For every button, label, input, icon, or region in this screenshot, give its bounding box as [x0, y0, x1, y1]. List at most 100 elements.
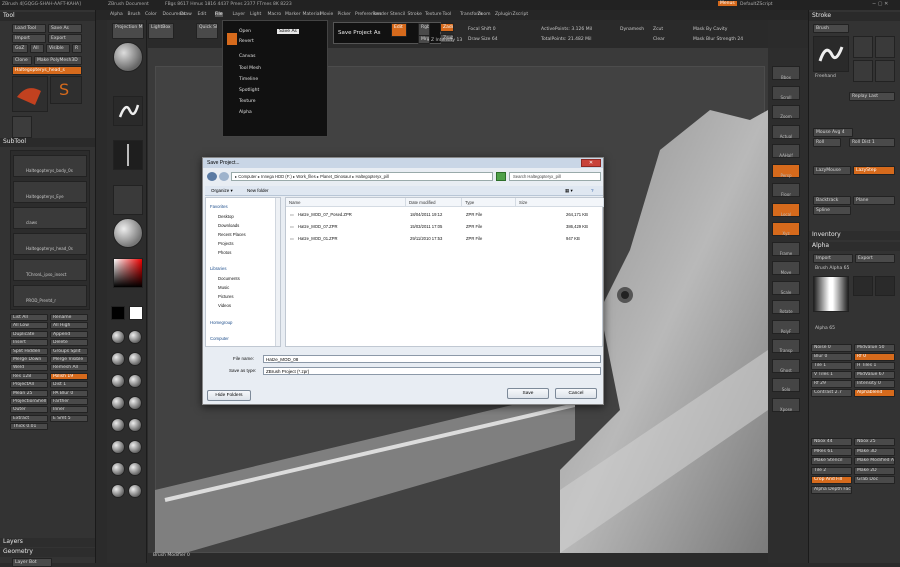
current-tool-label[interactable]: Haltegopterys_head_s	[12, 66, 82, 75]
menu-file[interactable]: File	[215, 12, 223, 17]
menu-stroke[interactable]: Stroke	[408, 12, 422, 17]
shelf-zoom[interactable]: Zoom	[772, 105, 800, 119]
lazystep-button[interactable]: LazyStep	[853, 166, 895, 175]
goz-button[interactable]: GoZ	[12, 44, 28, 53]
shelf-xyz[interactable]: Xyz	[772, 222, 800, 236]
inventory-header[interactable]: Inventory	[809, 231, 900, 240]
alpha-setting[interactable]: H Tiles 1	[854, 362, 895, 370]
brush-thumbnail[interactable]	[113, 42, 143, 72]
menu-alpha[interactable]: Alpha	[110, 12, 123, 17]
alpha-more-item[interactable]: Grab Doc	[854, 476, 895, 484]
action-rename[interactable]: Rename	[50, 314, 88, 321]
alpha-setting[interactable]: Tile 1	[811, 362, 852, 370]
back-arrow-icon[interactable]	[207, 172, 217, 181]
action-farther[interactable]: Farther	[50, 398, 88, 405]
backtrack-button[interactable]: Backtrack	[813, 196, 851, 205]
nav-videos[interactable]: Videos	[218, 303, 231, 308]
nav-photos[interactable]: Photos	[218, 250, 231, 255]
action-split-hidden[interactable]: Split Hidden	[10, 347, 48, 355]
action-polish-19[interactable]: Polish 19	[50, 372, 88, 380]
shelf-polyf[interactable]: PolyF	[772, 319, 800, 334]
subtool-item[interactable]: PROD_Prentd_r	[13, 285, 87, 307]
zadd-button[interactable]: Zadd	[440, 23, 454, 32]
alpha-setting[interactable]: Rf 0	[854, 353, 895, 361]
material-swatch[interactable]	[111, 462, 125, 476]
shelf-floor[interactable]: Floor	[772, 183, 800, 197]
nav-pictures[interactable]: Pictures	[218, 294, 234, 299]
cancel-button[interactable]: Cancel	[555, 388, 597, 399]
quick-sketch-button[interactable]: Quick Sketch	[196, 23, 218, 39]
main-color-swatch[interactable]	[111, 306, 125, 320]
menu-zplugin[interactable]: Zplugin	[495, 12, 512, 17]
focal-shift-slider[interactable]: Focal Shift 0	[468, 27, 496, 32]
alpha-more-item[interactable]: Alpha Depth Factor 0	[811, 485, 852, 494]
alpha-setting[interactable]: Noise 0	[811, 344, 852, 352]
file-menu-revert[interactable]: Revert	[239, 39, 254, 44]
menu-picker[interactable]: Picker	[338, 12, 351, 17]
visible-button[interactable]: Visible	[46, 44, 70, 53]
import-button[interactable]: Import	[12, 34, 46, 43]
material-swatch[interactable]	[128, 374, 142, 388]
edit-mode-button[interactable]: Edit	[391, 23, 407, 37]
favorites-header[interactable]: Favorites	[210, 204, 228, 209]
plane-button[interactable]: Plane	[853, 196, 895, 205]
nav-recent-places[interactable]: Recent Places	[218, 232, 246, 237]
nav-music[interactable]: Music	[218, 285, 229, 290]
alpha-slot-2[interactable]	[875, 276, 895, 296]
action-projectall[interactable]: ProjectAll	[10, 381, 48, 389]
zcut-button[interactable]: Zcut	[653, 27, 663, 32]
mask-blur-slider[interactable]: Mask Blur Strength 24	[693, 37, 743, 42]
alpha-more-item[interactable]: Make 3D	[854, 447, 895, 456]
all-button[interactable]: All	[30, 44, 44, 53]
stroke-preview[interactable]	[813, 36, 849, 72]
intensity-slider[interactable]: Z Intensity 13	[431, 38, 462, 43]
alpha-setting[interactable]: Contrast 2.7	[811, 389, 852, 397]
alpha-more-item[interactable]: Make Modified Alpha	[854, 457, 895, 465]
subtool-item[interactable]: TChronL_ipso_insect	[13, 259, 87, 281]
r-button[interactable]: R	[72, 44, 82, 53]
file-row[interactable]: ▭ Hatze_MOD_07_Posed.ZPR 18/04/2011 19:12 Z…	[286, 210, 604, 220]
shelf-rotate[interactable]: Rotate	[772, 300, 800, 314]
shelf-move[interactable]: Move	[772, 261, 800, 275]
tool-thumbnail[interactable]	[12, 76, 48, 112]
replay-last-button[interactable]: Replay Last	[849, 92, 895, 101]
action-delete[interactable]: Delete	[50, 339, 88, 347]
file-menu-tool-mesh[interactable]: Tool Mesh	[239, 66, 261, 71]
spray-icon[interactable]	[875, 36, 895, 58]
clone-button[interactable]: Clone	[12, 56, 32, 65]
file-menu-texture[interactable]: Texture	[239, 99, 255, 104]
freehand-icon[interactable]	[853, 36, 873, 58]
file-row[interactable]: ▭ Hatze_MOD_01.ZPR 29/11/2010 17:53 ZPR Fil…	[286, 234, 604, 244]
menu-material[interactable]: Material	[303, 12, 321, 17]
save-as-button[interactable]: Save As	[48, 24, 82, 33]
hide-folders-button[interactable]: Hide Folders	[207, 390, 251, 401]
alpha-setting[interactable]: V Tiles 1	[811, 371, 852, 379]
clear-button[interactable]: Clear	[653, 37, 665, 42]
action-groups-split[interactable]: Groups Split	[50, 347, 88, 355]
dragrect-icon[interactable]	[853, 60, 873, 82]
subtool-item[interactable]: Haltegopterys_Eye	[13, 181, 87, 203]
col-name[interactable]: Name	[286, 198, 406, 207]
menu-tool[interactable]: Tool	[443, 12, 452, 17]
action-weld[interactable]: Weld	[10, 364, 48, 372]
alpha-setting[interactable]: Rf 29	[811, 380, 852, 388]
save-as-type-select[interactable]: ZBrush Project (*.zpr)	[263, 367, 601, 375]
new-folder-button[interactable]: New folder	[247, 188, 269, 193]
material-thumbnail[interactable]	[113, 218, 143, 248]
file-menu-alpha[interactable]: Alpha	[239, 110, 252, 115]
load-tool-button[interactable]: Load Tool	[12, 24, 46, 33]
geometry-header[interactable]: Geometry	[0, 548, 95, 557]
projection-master-button[interactable]: Projection Master	[112, 23, 144, 39]
draw-size-slider[interactable]: Draw Size 64	[468, 37, 498, 42]
material-swatch[interactable]	[128, 352, 142, 366]
material-swatch[interactable]	[111, 484, 125, 498]
material-swatch[interactable]	[111, 396, 125, 410]
export-button[interactable]: Export	[48, 34, 82, 43]
spline-button[interactable]: Spline	[813, 206, 851, 215]
brush-section[interactable]: Brush	[813, 24, 849, 33]
alpha-more-item[interactable]: Crop And Fill	[811, 476, 852, 484]
alpha-more-item[interactable]: Make 2D	[854, 466, 895, 475]
action-all-high[interactable]: All High	[50, 322, 88, 330]
menu-draw[interactable]: Draw	[180, 12, 192, 17]
shelf-bbox[interactable]: Bbox	[772, 66, 800, 80]
